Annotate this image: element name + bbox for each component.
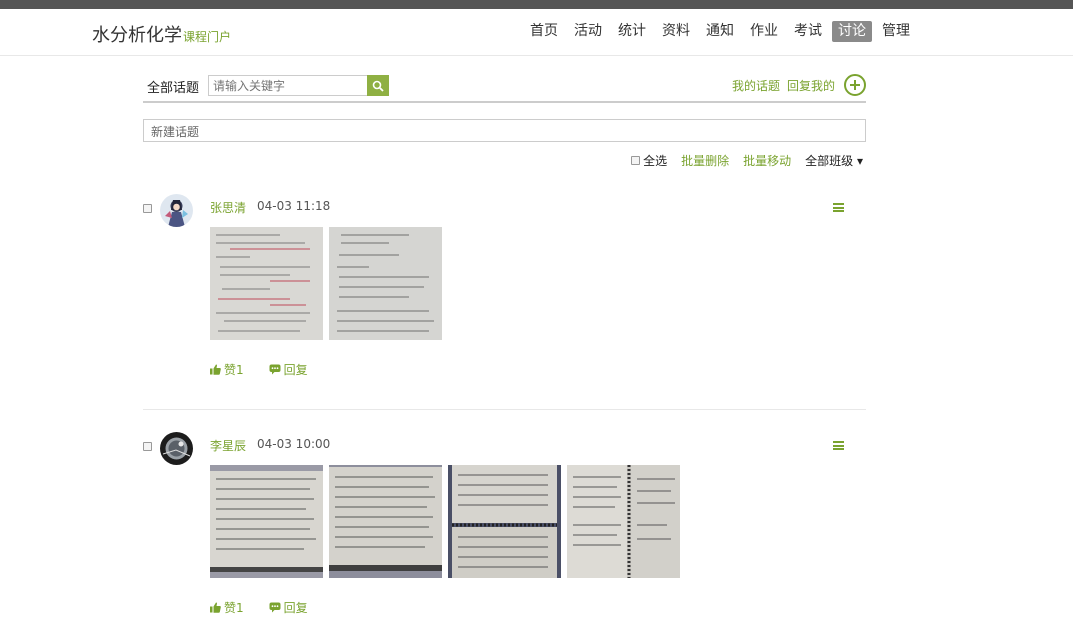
post-checkbox[interactable] bbox=[143, 442, 152, 451]
post-image[interactable] bbox=[329, 227, 442, 340]
nav-manage[interactable]: 管理 bbox=[876, 21, 916, 42]
avatar[interactable] bbox=[160, 432, 193, 465]
nav-discussion[interactable]: 讨论 bbox=[832, 21, 872, 42]
post-time: 04-03 10:00 bbox=[257, 437, 331, 451]
batch-move-link[interactable]: 批量移动 bbox=[743, 152, 791, 169]
post-actions: 赞1 回复 bbox=[210, 599, 333, 616]
comment-icon bbox=[269, 602, 281, 613]
post-actions: 赞1 回复 bbox=[210, 361, 333, 378]
search-icon bbox=[372, 80, 384, 92]
like-button[interactable]: 赞1 bbox=[210, 361, 244, 378]
nav-activities[interactable]: 活动 bbox=[568, 21, 608, 42]
post-time: 04-03 11:18 bbox=[257, 199, 331, 213]
avatar[interactable] bbox=[160, 194, 193, 227]
batch-delete-link[interactable]: 批量删除 bbox=[681, 152, 729, 169]
post-images bbox=[210, 465, 686, 578]
post-author[interactable]: 张思清 bbox=[210, 199, 246, 216]
topic-toolbar: 全部话题 我的话题 回复我的 bbox=[143, 74, 866, 103]
post-menu-icon[interactable] bbox=[833, 441, 844, 450]
topic-filter-links: 我的话题 回复我的 bbox=[732, 74, 866, 96]
top-bar bbox=[0, 0, 1073, 9]
post-image[interactable] bbox=[567, 465, 680, 578]
search-input[interactable] bbox=[208, 75, 388, 96]
main-nav: 首页 活动 统计 资料 通知 作业 考试 讨论 管理 bbox=[524, 21, 920, 42]
add-topic-icon[interactable] bbox=[844, 74, 866, 96]
header: 水分析化学课程门户 首页 活动 统计 资料 通知 作业 考试 讨论 管理 bbox=[0, 9, 1073, 56]
post-image[interactable] bbox=[210, 465, 323, 578]
select-all-label: 全选 bbox=[643, 154, 668, 168]
like-button[interactable]: 赞1 bbox=[210, 599, 244, 616]
nav-notices[interactable]: 通知 bbox=[700, 21, 740, 42]
post-image[interactable] bbox=[210, 227, 323, 340]
post-checkbox[interactable] bbox=[143, 204, 152, 213]
reply-label: 回复 bbox=[283, 601, 308, 615]
select-all-control[interactable]: 全选 bbox=[631, 152, 667, 169]
search-button[interactable] bbox=[367, 75, 389, 96]
nav-materials[interactable]: 资料 bbox=[656, 21, 696, 42]
select-all-checkbox[interactable] bbox=[631, 156, 641, 165]
like-count: 赞1 bbox=[224, 363, 244, 377]
post-divider bbox=[143, 409, 866, 410]
replied-to-me-link[interactable]: 回复我的 bbox=[787, 77, 835, 94]
comment-icon bbox=[269, 364, 281, 375]
course-logo[interactable]: 水分析化学课程门户 bbox=[92, 21, 231, 47]
reply-button[interactable]: 回复 bbox=[269, 361, 308, 378]
post-image[interactable] bbox=[329, 465, 442, 578]
nav-statistics[interactable]: 统计 bbox=[612, 21, 652, 42]
batch-actions-bar: 全选 批量删除 批量移动 全部班级 ▾ bbox=[631, 152, 866, 169]
nav-exams[interactable]: 考试 bbox=[788, 21, 828, 42]
my-topics-link[interactable]: 我的话题 bbox=[732, 77, 780, 94]
thumbs-up-icon bbox=[210, 364, 221, 375]
course-title: 水分析化学 bbox=[92, 25, 182, 46]
all-topics-tab[interactable]: 全部话题 bbox=[147, 77, 199, 96]
nav-homework[interactable]: 作业 bbox=[744, 21, 784, 42]
post-menu-icon[interactable] bbox=[833, 203, 844, 212]
course-portal-label: 课程门户 bbox=[183, 30, 232, 44]
new-topic-input[interactable]: 新建话题 bbox=[143, 119, 866, 142]
class-filter-dropdown[interactable]: 全部班级 ▾ bbox=[805, 152, 863, 169]
reply-label: 回复 bbox=[283, 363, 308, 377]
like-count: 赞1 bbox=[224, 601, 244, 615]
post-images bbox=[210, 227, 448, 340]
post-image[interactable] bbox=[448, 465, 561, 578]
avatar-image bbox=[160, 432, 193, 465]
nav-home[interactable]: 首页 bbox=[524, 21, 564, 42]
avatar-image bbox=[160, 194, 193, 227]
thumbs-up-icon bbox=[210, 602, 221, 613]
reply-button[interactable]: 回复 bbox=[269, 599, 308, 616]
post-author[interactable]: 李星辰 bbox=[210, 437, 246, 454]
